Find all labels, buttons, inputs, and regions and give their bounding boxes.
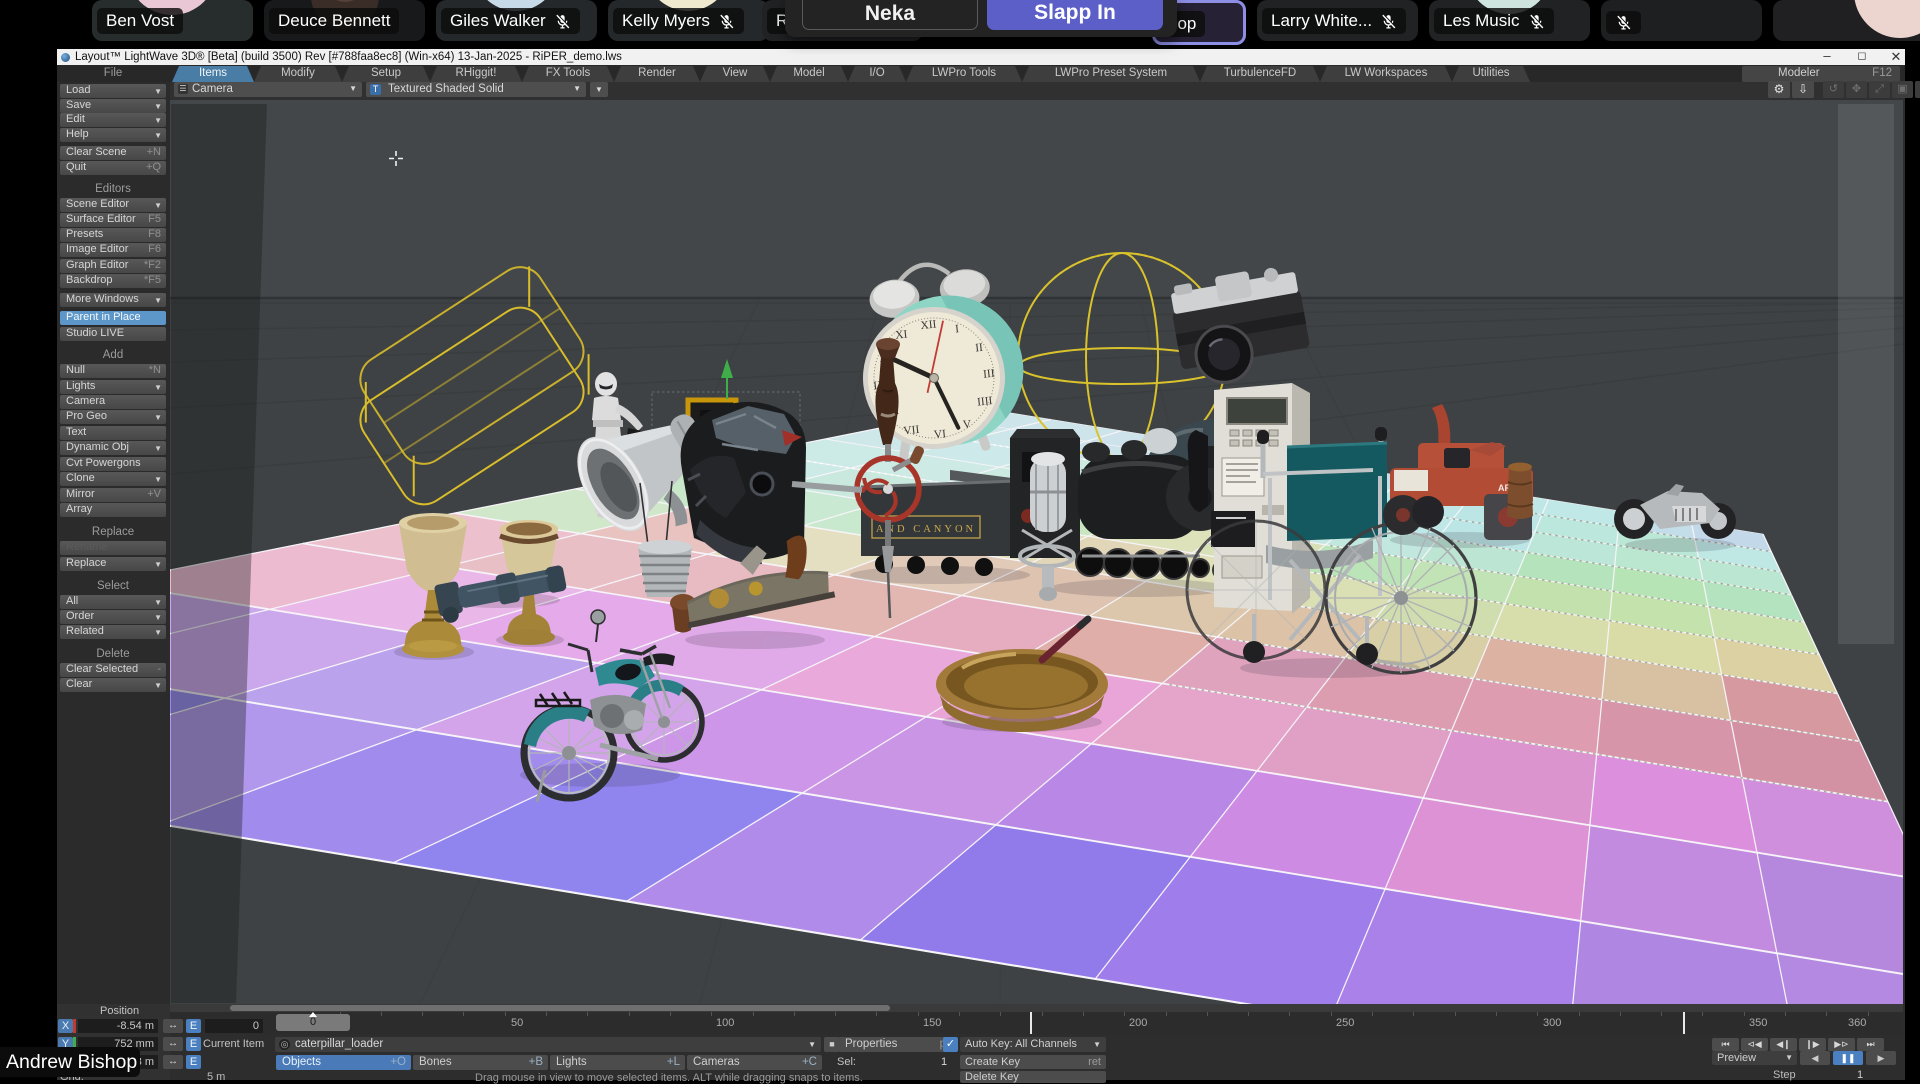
svg-text:XII: XII — [920, 318, 937, 332]
svg-text:III: III — [983, 368, 996, 381]
svg-text:VI: VI — [933, 428, 946, 441]
svg-text:XI: XI — [895, 329, 908, 342]
svg-text:IIII: IIII — [977, 395, 994, 409]
svg-text:VII: VII — [903, 424, 920, 438]
svg-text:II: II — [975, 342, 984, 355]
